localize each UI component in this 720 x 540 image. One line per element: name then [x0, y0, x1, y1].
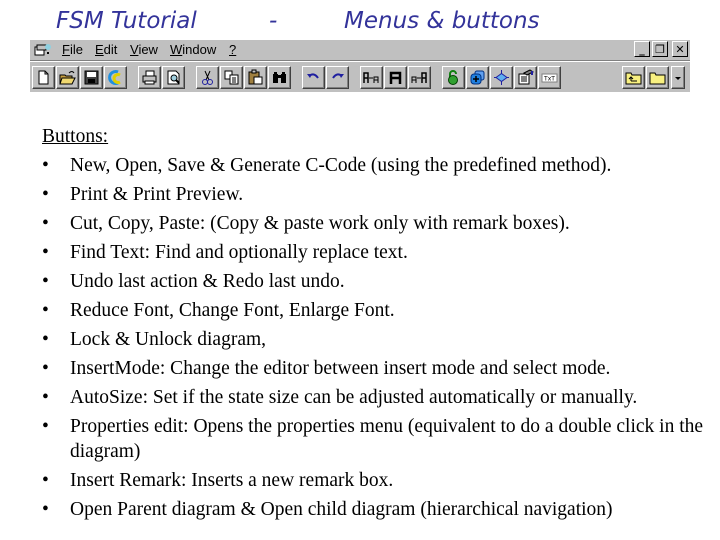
list-item: • InsertMode: Change the editor between i… [42, 358, 611, 379]
list-item: • Undo last action & Redo last undo. [42, 271, 345, 292]
dropdown-arrow-icon [675, 77, 681, 80]
menu-edit[interactable]: Edit [95, 42, 117, 57]
close-icon: ✕ [675, 42, 685, 56]
toolbar: TxT [30, 64, 690, 92]
paste-icon [248, 69, 263, 85]
slide-title-dash: - [269, 8, 278, 34]
copy-icon [224, 70, 239, 85]
bullet-icon: • [42, 184, 49, 205]
open-parent-button[interactable] [622, 66, 645, 89]
undo-button[interactable] [302, 66, 325, 89]
list-item: • Print & Print Preview. [42, 184, 244, 205]
app-window: File Edit View Window ? _ ❐ ✕ TxT [30, 40, 690, 92]
list-item: • Insert Remark: Inserts a new remark box… [42, 470, 394, 491]
properties-icon [518, 69, 534, 85]
minimize-icon: _ [639, 42, 645, 56]
bullet-icon: • [42, 416, 49, 437]
bullet-icon: • [42, 329, 49, 350]
find-icon [273, 72, 286, 83]
undo-icon [307, 73, 319, 79]
list-item: • Reduce Font, Change Font, Enlarge Font. [42, 300, 395, 321]
autosize-button[interactable] [490, 66, 513, 89]
menu-help[interactable]: ? [229, 42, 236, 57]
bullet-icon: • [42, 387, 49, 408]
insert-remark-button[interactable]: TxT [538, 66, 561, 89]
list-item: • New, Open, Save & Generate C-Code (usin… [42, 155, 612, 176]
svg-text:TxT: TxT [543, 76, 555, 83]
menu-window[interactable]: Window [170, 42, 216, 57]
toolbar-overflow-button[interactable] [671, 66, 685, 89]
new-button[interactable] [32, 66, 55, 89]
restore-icon: ❐ [655, 42, 665, 56]
open-child-icon [649, 72, 666, 85]
bullet-icon: • [42, 213, 49, 234]
menu-view[interactable]: View [130, 42, 158, 57]
insert-mode-button[interactable] [466, 66, 489, 89]
buttons-list: • New, Open, Save & Generate C-Code (usin… [42, 153, 712, 522]
app-system-icon[interactable] [34, 43, 52, 57]
cut-button[interactable] [196, 66, 219, 89]
list-item: • Find Text: Find and optionally replace … [42, 242, 408, 263]
enlarge-font-icon [411, 72, 427, 83]
properties-button[interactable] [514, 66, 537, 89]
reduce-font-button[interactable] [360, 66, 383, 89]
autosize-icon [494, 70, 509, 85]
open-button[interactable] [56, 66, 79, 89]
slide-body: Buttons: • New, Open, Save & Generate C-C… [42, 124, 712, 526]
bullet-icon: • [42, 242, 49, 263]
bullet-icon: • [42, 271, 49, 292]
paste-button[interactable] [244, 66, 267, 89]
print-button[interactable] [138, 66, 161, 89]
print-preview-button[interactable] [162, 66, 185, 89]
menu-file[interactable]: File [62, 42, 83, 57]
print-icon [142, 70, 157, 85]
minimize-button[interactable]: _ [634, 41, 650, 57]
print-preview-icon [167, 70, 180, 85]
list-item: • Cut, Copy, Paste: (Copy & paste work on… [42, 213, 570, 234]
generate-c-code-icon [108, 70, 121, 85]
open-icon [59, 71, 76, 85]
bullet-icon: • [42, 358, 49, 379]
list-item: • Lock & Unlock diagram, [42, 329, 267, 350]
save-button[interactable] [80, 66, 103, 89]
copy-button[interactable] [220, 66, 243, 89]
cut-icon [202, 70, 213, 85]
list-item: • Open Parent diagram & Open child diagra… [42, 499, 613, 520]
lock-icon [448, 70, 458, 85]
buttons-heading: Buttons: [42, 126, 109, 147]
menu-separator [30, 60, 690, 62]
open-child-button[interactable] [646, 66, 669, 89]
slide-title-left: FSM Tutorial [56, 8, 197, 34]
lock-button[interactable] [442, 66, 465, 89]
generate-c-code-button[interactable] [104, 66, 127, 89]
insert-mode-icon [470, 70, 485, 85]
new-icon [38, 70, 49, 85]
redo-icon [332, 73, 344, 79]
save-icon [84, 70, 99, 85]
bullet-icon: • [42, 470, 49, 491]
change-font-button[interactable] [384, 66, 407, 89]
enlarge-font-button[interactable] [408, 66, 431, 89]
list-item: • Properties edit: Opens the properties m… [42, 416, 704, 462]
find-button[interactable] [268, 66, 291, 89]
menu-bar: File Edit View Window ? _ ❐ ✕ [30, 40, 690, 60]
bullet-icon: • [42, 155, 49, 176]
slide-title: FSM Tutorial - Menus & buttons [0, 8, 720, 40]
redo-button[interactable] [326, 66, 349, 89]
insert-remark-icon: TxT [541, 73, 558, 83]
reduce-font-icon [363, 72, 379, 83]
open-parent-icon [625, 72, 642, 85]
change-font-icon [389, 71, 402, 84]
list-item: • AutoSize: Set if the state size can be … [42, 387, 638, 408]
bullet-icon: • [42, 300, 49, 321]
slide-title-right: Menus & buttons [344, 8, 540, 34]
bullet-icon: • [42, 499, 49, 520]
close-button[interactable]: ✕ [672, 41, 688, 57]
restore-button[interactable]: ❐ [652, 41, 668, 57]
